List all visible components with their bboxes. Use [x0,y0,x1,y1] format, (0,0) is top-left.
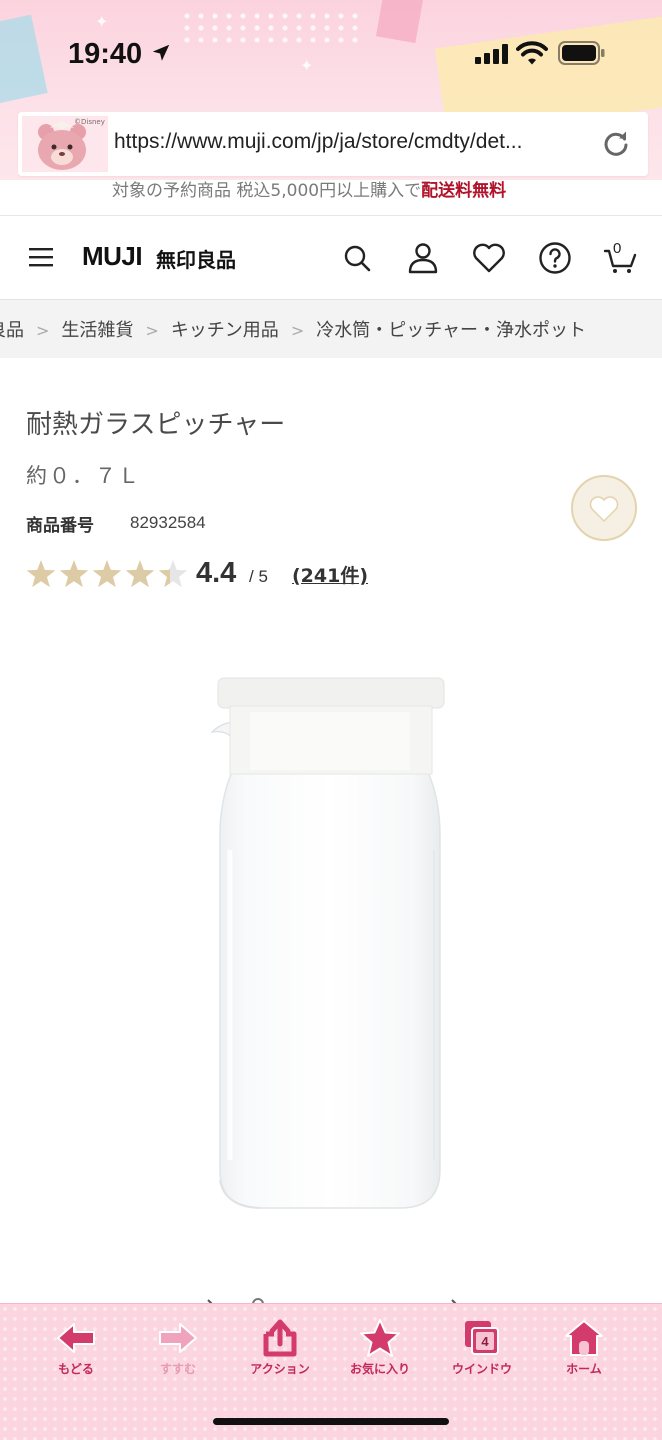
chevron-right-icon: > [36,321,50,340]
help-icon[interactable] [537,240,573,276]
product-number-label: 商品番号 [26,516,94,536]
rating-star-icon [59,560,89,588]
forward-label: すすむ [159,1362,196,1376]
back-label: もどる [58,1362,94,1376]
sparkle-icon: ✦ [95,12,109,31]
bookmarks-label: お気に入り [349,1362,410,1376]
chevron-right-icon: > [290,321,305,340]
rating-star-icon [26,560,56,588]
reload-icon[interactable] [600,128,632,160]
background-decoration [180,10,360,46]
add-to-favorites-button[interactable] [571,475,637,541]
rating-value: 4.4 [196,557,237,589]
sparkle-icon: ✦ [300,56,314,75]
muji-logo[interactable]: MUJI [82,241,143,272]
background-decoration [0,14,48,106]
avatar-caption: ©Disney [74,118,105,126]
breadcrumb-item[interactable]: 良品 [0,316,24,342]
chevron-right-icon: > [145,321,159,340]
rating-star-icon [125,560,155,588]
wifi-icon [516,41,548,65]
review-count-link[interactable]: (241件) [292,561,368,588]
url-text[interactable]: https://www.muji.com/jp/ja/store/cmdty/d… [114,130,522,154]
promo-text: 対象の予約商品 税込5,000円以上購入で [112,181,422,201]
bookmarks-button[interactable]: お気に入り [335,1318,425,1388]
cellular-signal-icon [475,44,508,64]
promo-highlight: 配送料無料 [421,181,507,201]
rating-star-icon [92,560,122,588]
background-decoration [375,0,425,44]
breadcrumb: 良品 > 生活雑貨 > キッチン用品 > 冷水筒・ピッチャー・浄水ポット [0,300,662,358]
star-icon [360,1319,400,1357]
site-header: MUJI 無印良品 0 [0,216,662,300]
action-label: アクション [250,1362,310,1376]
windows-label: ウインドウ [451,1362,512,1376]
product-number: 82932584 [130,513,206,532]
muji-logo-kanji[interactable]: 無印良品 [156,244,236,273]
home-indicator [213,1418,449,1425]
status-time: 19:40 [68,38,143,70]
product-title: 耐熱ガラスピッチャー [26,410,286,440]
windows-button[interactable]: 4 ウインドウ [437,1318,527,1388]
address-bar[interactable]: ©Disney https://www.muji.com/jp/ja/store… [18,112,648,176]
back-button[interactable]: もどる [31,1318,121,1388]
breadcrumb-item[interactable]: キッチン用品 [171,316,279,342]
rating-stars [26,560,188,588]
action-button[interactable]: アクション [235,1318,325,1388]
hamburger-menu-icon[interactable] [28,246,54,268]
forward-arrow-icon [159,1323,197,1353]
location-arrow-icon [152,44,170,61]
rating-max: / 5 [249,567,268,586]
theme-avatar: ©Disney [22,116,108,172]
forward-button[interactable]: すすむ [133,1318,223,1388]
home-label: ホーム [566,1362,602,1376]
favorites-heart-icon[interactable] [471,240,507,276]
battery-icon [558,41,605,65]
home-button[interactable]: ホーム [539,1318,629,1388]
browser-top-bar: ✦ ✦ 19:40 ©Disney https://www.muji.com/j… [0,0,662,192]
breadcrumb-item[interactable]: 冷水筒・ピッチャー・浄水ポット [316,316,586,342]
rating-star-icon [158,560,188,588]
heart-icon [589,496,619,523]
account-icon[interactable] [405,240,441,276]
back-arrow-icon [57,1323,95,1353]
promo-banner[interactable]: 対象の予約商品 税込5,000円以上購入で配送料無料 [0,180,662,216]
home-icon [565,1320,603,1356]
share-icon [263,1319,297,1357]
product-image[interactable] [190,660,470,1230]
search-icon[interactable] [339,240,375,276]
window-count-badge: 4 [481,1334,489,1349]
product-capacity: 約０．７Ｌ [26,464,141,488]
windows-icon: 4 [465,1321,499,1355]
cart-count-badge: 0 [613,240,622,257]
breadcrumb-item[interactable]: 生活雑貨 [61,316,133,342]
